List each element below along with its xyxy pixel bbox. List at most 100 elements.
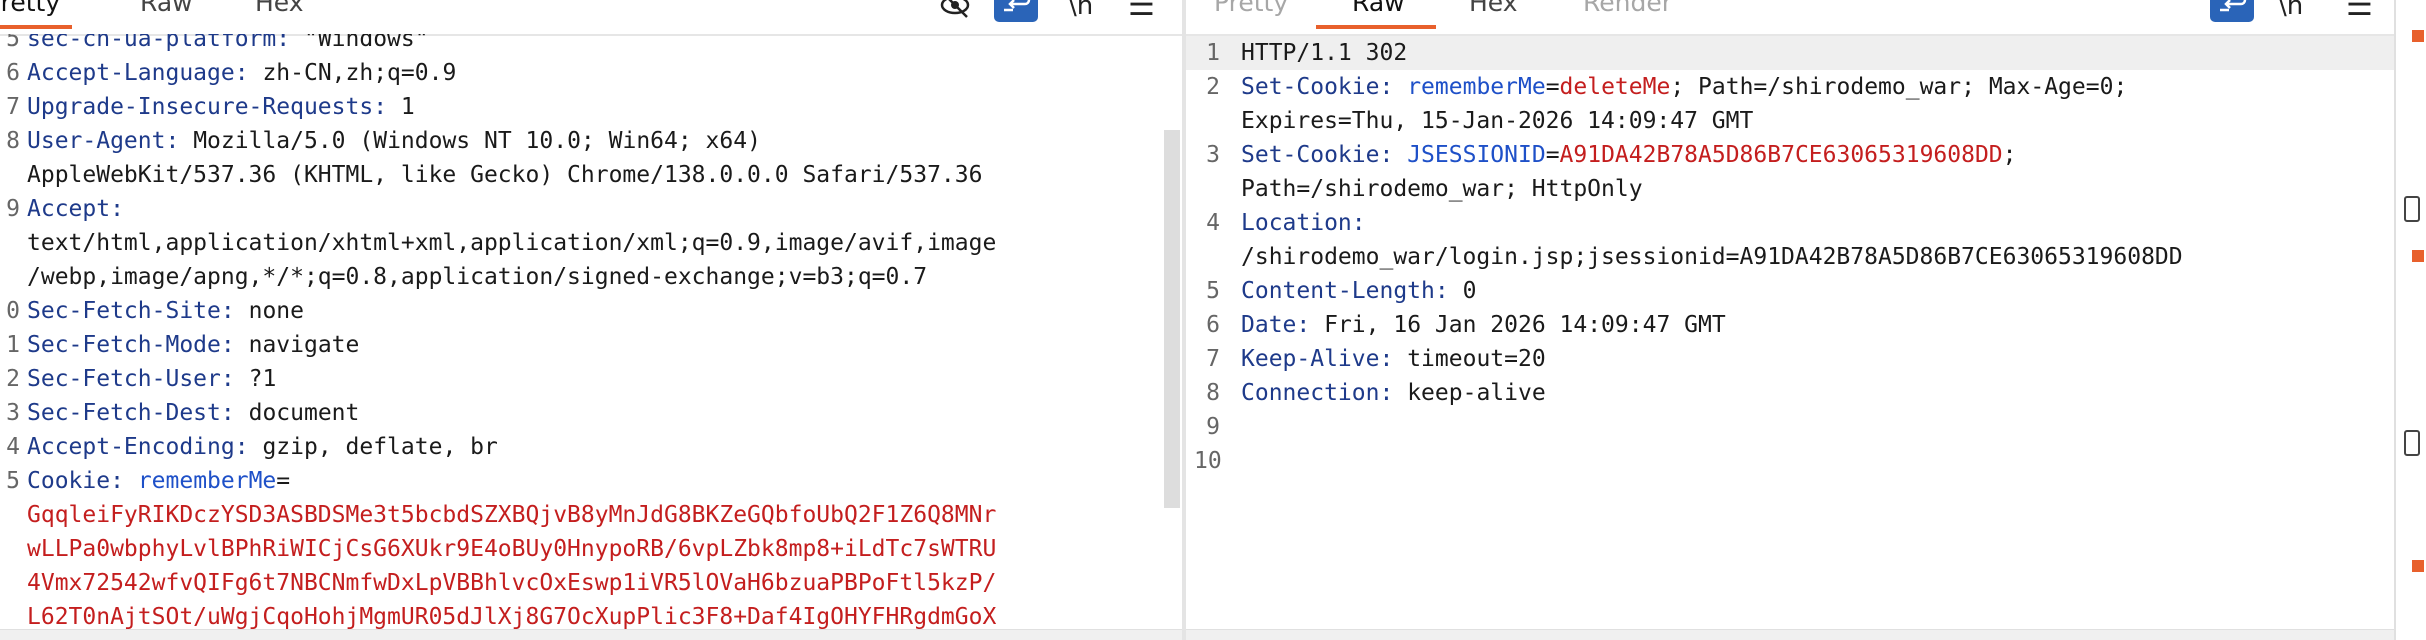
line-text: Path=/shirodemo_war; HttpOnly — [1241, 172, 1643, 206]
side-panel-inspector-icon[interactable] — [2404, 430, 2420, 456]
header-value: none — [248, 298, 304, 324]
request-line: GqqleiFyRIKDczYSD3ASBDSMe3t5bcbdSZXBQjvB… — [0, 498, 1182, 532]
line-text: wLLPa0wbphyLvlBPhRiWICjCsG6XUkr9E4oBUy0H… — [27, 532, 996, 566]
request-tab-hex[interactable]: Hex — [255, 0, 304, 17]
cookie-name: rememberMe — [137, 468, 277, 494]
line-text: L62T0nAjtSOt/uWgjCqoHohjMgmUR05dJlXj8G7O… — [27, 600, 996, 630]
header-separator: : — [220, 366, 235, 392]
header-value: AppleWebKit/537.36 (KHTML, like Gecko) C… — [27, 162, 983, 188]
header-name: sec-ch-ua-platform — [27, 34, 277, 52]
header-separator: : — [1379, 142, 1394, 168]
line-text: Keep-Alive: timeout=20 — [1241, 342, 1546, 376]
header-space — [235, 400, 249, 426]
response-horizontal-scrollbar[interactable] — [1186, 629, 2394, 640]
response-editor[interactable]: 1 HTTP/1.1 302 2 Set-Cookie: rememberMe=del… — [1186, 34, 2394, 630]
request-line: 2 Sec-Fetch-User: ?1 — [0, 362, 1182, 396]
response-line: 2 Set-Cookie: rememberMe=deleteMe; Path=/… — [1186, 70, 2394, 104]
wrap-lines-icon[interactable] — [2210, 0, 2254, 22]
side-marker-icon — [2412, 560, 2424, 572]
cookie-equals: = — [1545, 142, 1560, 168]
header-space — [179, 128, 193, 154]
line-number: 2 — [6, 366, 20, 392]
line-number: 9 — [6, 196, 20, 222]
response-line: 8 Connection: keep-alive — [1186, 376, 2394, 410]
header-separator: : — [1379, 346, 1394, 372]
line-text: User-Agent: Mozilla/5.0 (Windows NT 10.0… — [27, 124, 761, 158]
line-number: 7 — [6, 94, 20, 120]
line-number: 10 — [1194, 448, 1222, 474]
response-tab-raw[interactable]: Raw — [1352, 0, 1405, 17]
request-tab-bar: Pretty Raw Hex \n ☰ — [0, 0, 1182, 36]
menu-icon[interactable]: ☰ — [2346, 0, 2373, 22]
response-line: 9 — [1186, 410, 2394, 444]
newline-icon[interactable]: \n — [1068, 0, 1093, 22]
header-value: "Windows" — [303, 34, 429, 52]
response-tab-render[interactable]: Render — [1583, 0, 1672, 17]
response-line: /shirodemo_war/login.jsp;jsessionid=A91D… — [1186, 240, 2394, 274]
header-value: HTTP/1.1 302 — [1241, 40, 1408, 66]
side-panel-strip — [2394, 0, 2426, 640]
cookie-value: 4Vmx72542wfvQIFg6t7NBCNmfwDxLpVBBhlvcOxE… — [27, 570, 997, 596]
header-value: 1 — [400, 94, 415, 120]
header-value: ; — [2002, 142, 2017, 168]
line-text: Accept-Encoding: gzip, deflate, br — [27, 430, 498, 464]
request-vertical-scrollbar[interactable] — [1164, 130, 1180, 508]
response-line: 7 Keep-Alive: timeout=20 — [1186, 342, 2394, 376]
line-text: Accept-Language: zh-CN,zh;q=0.9 — [27, 56, 456, 90]
line-text: Sec-Fetch-Mode: navigate — [27, 328, 359, 362]
line-text: GqqleiFyRIKDczYSD3ASBDSMe3t5bcbdSZXBQjvB… — [27, 498, 996, 532]
header-name: User-Agent — [27, 128, 166, 154]
header-name: Set-Cookie — [1241, 74, 1380, 100]
header-space — [235, 298, 249, 324]
header-separator: : — [276, 34, 291, 52]
request-tab-pretty[interactable]: Pretty — [0, 0, 60, 17]
header-value: timeout=20 — [1407, 346, 1546, 372]
line-text: Set-Cookie: JSESSIONID=A91DA42B78A5D86B7… — [1241, 138, 2017, 172]
request-tab-raw[interactable]: Raw — [140, 0, 193, 17]
request-active-tab-indicator — [0, 25, 72, 29]
request-line: text/html,application/xhtml+xml,applicat… — [0, 226, 1182, 260]
wrap-lines-icon[interactable] — [994, 0, 1038, 22]
header-separator: : — [165, 128, 180, 154]
header-value: text/html,application/xhtml+xml,applicat… — [27, 230, 997, 256]
header-name: Sec-Fetch-Site — [27, 298, 221, 324]
cookie-value: wLLPa0wbphyLvlBPhRiWICjCsG6XUkr9E4oBUy0H… — [27, 536, 997, 562]
line-number: 3 — [6, 400, 20, 426]
response-active-tab-indicator — [1316, 25, 1436, 29]
line-number: 3 — [1206, 142, 1220, 168]
line-number: 2 — [1206, 74, 1220, 100]
header-space — [290, 34, 304, 52]
response-tab-pretty[interactable]: Pretty — [1214, 0, 1288, 17]
response-tab-hex[interactable]: Hex — [1469, 0, 1518, 17]
request-line: 3 Sec-Fetch-Dest: document — [0, 396, 1182, 430]
header-separator: : — [1296, 312, 1311, 338]
menu-icon[interactable]: ☰ — [1128, 0, 1155, 22]
request-line: 6 Accept-Language: zh-CN,zh;q=0.9 — [0, 56, 1182, 90]
header-space — [249, 434, 263, 460]
header-space — [249, 60, 263, 86]
line-text: 4Vmx72542wfvQIFg6t7NBCNmfwDxLpVBBhlvcOxE… — [27, 566, 996, 600]
header-value: document — [248, 400, 360, 426]
side-panel-toggle-icon[interactable] — [2404, 196, 2420, 222]
newline-icon[interactable]: \n — [2278, 0, 2303, 22]
header-value: keep-alive — [1407, 380, 1546, 406]
request-line: 5 Cookie: rememberMe= — [0, 464, 1182, 498]
header-name: Accept-Language — [27, 60, 235, 86]
response-line: 5 Content-Length: 0 — [1186, 274, 2394, 308]
request-line: AppleWebKit/537.36 (KHTML, like Gecko) C… — [0, 158, 1182, 192]
header-name: Location — [1241, 210, 1352, 236]
side-marker-icon — [2412, 30, 2424, 42]
request-line: 4Vmx72542wfvQIFg6t7NBCNmfwDxLpVBBhlvcOxE… — [0, 566, 1182, 600]
header-name: Content-Length — [1241, 278, 1435, 304]
header-value: navigate — [248, 332, 360, 358]
request-editor[interactable]: 5 sec-ch-ua-platform: "Windows" 6 Accept-La… — [0, 34, 1182, 630]
header-space — [1393, 380, 1407, 406]
request-horizontal-scrollbar[interactable] — [0, 629, 1182, 640]
header-separator: : — [373, 94, 388, 120]
eye-slash-icon[interactable] — [938, 0, 972, 27]
line-text: Expires=Thu, 15-Jan-2026 14:09:47 GMT — [1241, 104, 1753, 138]
line-text: Upgrade-Insecure-Requests: 1 — [27, 90, 415, 124]
line-text: Location: — [1241, 206, 1366, 240]
side-marker-icon — [2412, 250, 2424, 262]
response-line: Expires=Thu, 15-Jan-2026 14:09:47 GMT — [1186, 104, 2394, 138]
